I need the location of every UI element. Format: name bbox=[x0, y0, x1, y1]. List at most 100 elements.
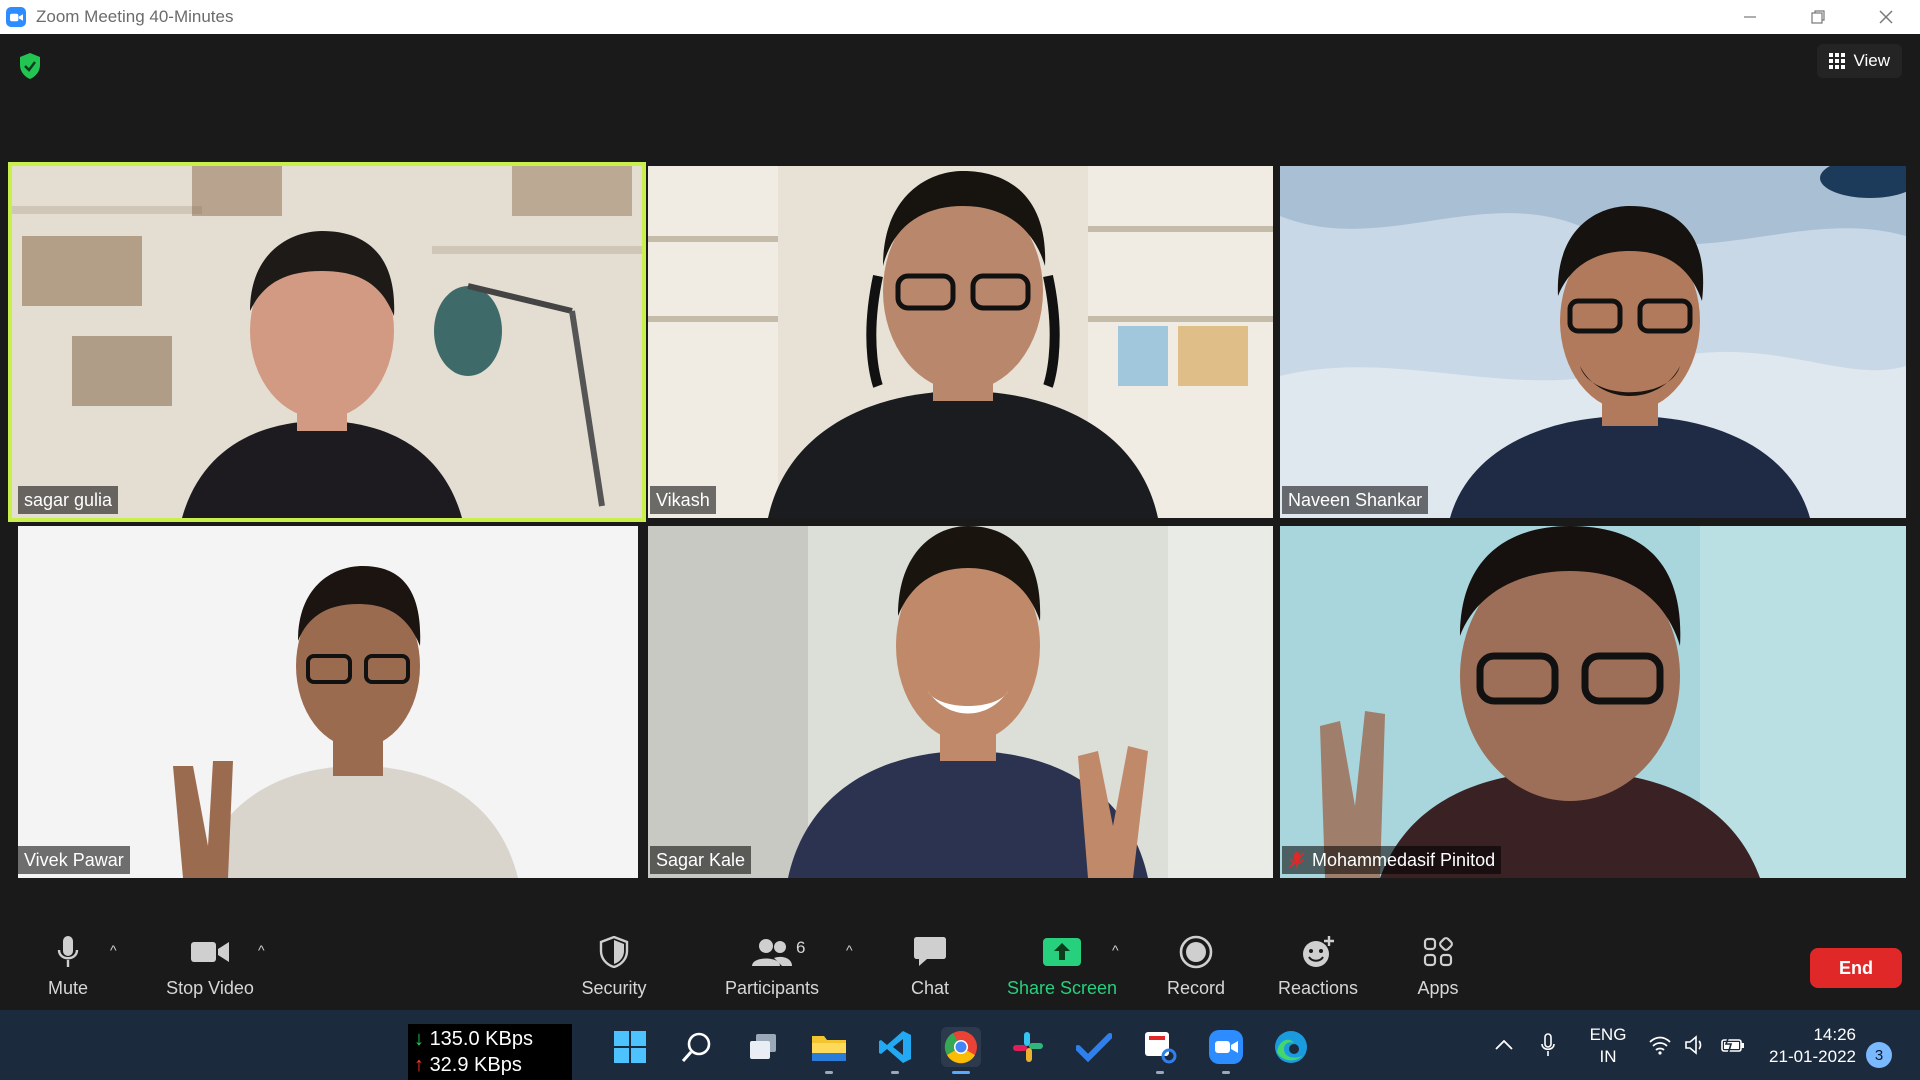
region-code: IN bbox=[1599, 1047, 1617, 1066]
chat-bubble-icon bbox=[914, 937, 946, 966]
view-button[interactable]: View bbox=[1817, 44, 1902, 78]
video-camera-icon bbox=[191, 942, 229, 962]
participant-avatar bbox=[1450, 206, 1810, 518]
taskbar-search-button[interactable] bbox=[677, 1027, 717, 1067]
network-speed-widget: ↓ 135.0 KBps ↑ 32.9 KBps bbox=[408, 1024, 572, 1080]
clock-time: 14:26 bbox=[1813, 1025, 1856, 1044]
apps-icon bbox=[1423, 937, 1453, 967]
title-bar: Zoom Meeting 40-Minutes bbox=[0, 0, 1920, 34]
audio-options-caret-icon[interactable]: ^ bbox=[110, 942, 117, 958]
participant-avatar bbox=[768, 171, 1158, 518]
file-explorer-button[interactable] bbox=[809, 1027, 849, 1074]
show-hidden-icons-button[interactable] bbox=[1494, 1010, 1514, 1080]
apps-label: Apps bbox=[1417, 978, 1459, 998]
participants-button[interactable]: Participants bbox=[722, 932, 822, 1004]
video-tile[interactable] bbox=[1280, 526, 1906, 878]
meeting-controls-bar: Mute ^ Stop Video ^ Security Participant… bbox=[0, 920, 1920, 1010]
share-options-caret-icon[interactable]: ^ bbox=[1112, 942, 1119, 958]
mute-button[interactable]: Mute bbox=[44, 932, 92, 1004]
participant-name-tag: Mohammedasif Pinitod bbox=[1282, 846, 1502, 874]
chat-label: Chat bbox=[910, 978, 950, 998]
snipping-tool-button[interactable] bbox=[1140, 1027, 1180, 1074]
video-tile[interactable] bbox=[8, 162, 646, 522]
zoom-button[interactable] bbox=[1206, 1027, 1246, 1074]
share-screen-label: Share Screen bbox=[1006, 978, 1118, 998]
encryption-shield-icon[interactable] bbox=[18, 52, 42, 80]
windows-taskbar: ↓ 135.0 KBps ↑ 32.9 KBps ENG IN 14:26 21… bbox=[0, 1010, 1920, 1080]
participant-name-tag: Vivek Pawar bbox=[18, 846, 130, 874]
participant-avatar bbox=[182, 231, 462, 518]
volume-tray-button[interactable] bbox=[1684, 1010, 1708, 1080]
clock-button[interactable]: 14:26 21-01-2022 bbox=[1764, 1024, 1856, 1068]
end-meeting-button[interactable]: End bbox=[1810, 948, 1902, 988]
wifi-icon bbox=[1649, 1036, 1671, 1055]
vscode-button[interactable] bbox=[875, 1027, 915, 1074]
todo-button[interactable] bbox=[1074, 1027, 1114, 1067]
wifi-tray-button[interactable] bbox=[1648, 1010, 1672, 1080]
video-tile[interactable] bbox=[1280, 166, 1906, 518]
video-options-caret-icon[interactable]: ^ bbox=[258, 942, 265, 958]
close-button[interactable] bbox=[1852, 0, 1920, 34]
close-icon bbox=[1879, 10, 1893, 24]
participant-name: Mohammedasif Pinitod bbox=[1312, 849, 1496, 870]
participant-name: Vivek Pawar bbox=[24, 849, 124, 870]
record-icon bbox=[1179, 935, 1213, 969]
speaker-icon bbox=[1685, 1035, 1702, 1055]
chrome-button[interactable] bbox=[941, 1027, 981, 1074]
view-label: View bbox=[1853, 51, 1890, 70]
upload-arrow-icon: ↑ bbox=[414, 1054, 424, 1076]
task-view-icon bbox=[750, 1034, 776, 1059]
window-title: Zoom Meeting 40-Minutes bbox=[36, 7, 234, 26]
stop-video-button[interactable]: Stop Video bbox=[160, 932, 260, 1004]
edge-button[interactable] bbox=[1271, 1027, 1311, 1067]
participant-name-tag: Vikash bbox=[650, 486, 716, 514]
apps-button[interactable]: Apps bbox=[1414, 932, 1462, 1004]
battery-tray-button[interactable] bbox=[1720, 1010, 1746, 1080]
restore-icon bbox=[1811, 10, 1825, 24]
microphone-icon bbox=[1541, 1033, 1555, 1056]
participants-count: 6 bbox=[796, 938, 806, 957]
reactions-button[interactable]: Reactions bbox=[1276, 932, 1360, 1004]
participants-options-caret-icon[interactable]: ^ bbox=[846, 942, 853, 958]
download-speed: 135.0 KBps bbox=[429, 1028, 533, 1050]
participant-name: Naveen Shankar bbox=[1288, 489, 1423, 510]
participant-name: Vikash bbox=[656, 489, 710, 510]
video-tile[interactable] bbox=[648, 526, 1273, 878]
chevron-up-icon bbox=[1495, 1039, 1513, 1050]
task-view-button[interactable] bbox=[743, 1027, 783, 1067]
edge-icon bbox=[1275, 1031, 1307, 1063]
windows-logo-icon bbox=[614, 1031, 646, 1063]
mic-tray-button[interactable] bbox=[1540, 1010, 1556, 1080]
minimize-icon bbox=[1744, 16, 1756, 18]
zoom-logo-icon bbox=[6, 7, 26, 27]
stop-video-label: Stop Video bbox=[166, 978, 254, 998]
clock-date: 21-01-2022 bbox=[1769, 1047, 1856, 1066]
minimize-button[interactable] bbox=[1716, 0, 1784, 34]
slack-button[interactable] bbox=[1008, 1027, 1048, 1067]
grid-icon bbox=[1829, 53, 1846, 69]
windows-start-button[interactable] bbox=[610, 1027, 650, 1067]
notification-badge[interactable]: 3 bbox=[1866, 1042, 1892, 1068]
participant-avatar bbox=[173, 566, 518, 878]
participant-avatar bbox=[788, 526, 1148, 878]
record-button[interactable]: Record bbox=[1164, 932, 1228, 1004]
participant-name-tag: sagar gulia bbox=[18, 486, 119, 514]
checkmark-icon bbox=[1076, 1033, 1112, 1062]
vscode-icon bbox=[879, 1031, 911, 1063]
microphone-icon bbox=[57, 936, 79, 967]
mute-label: Mute bbox=[47, 978, 89, 998]
restore-button[interactable] bbox=[1784, 0, 1852, 34]
input-language-button[interactable]: ENG IN bbox=[1586, 1024, 1630, 1068]
security-button[interactable]: Security bbox=[574, 932, 654, 1004]
participants-label: Participants bbox=[724, 978, 820, 998]
chat-button[interactable]: Chat bbox=[906, 932, 954, 1004]
reactions-label: Reactions bbox=[1277, 978, 1359, 998]
video-tile[interactable] bbox=[648, 166, 1273, 518]
share-screen-icon bbox=[1043, 938, 1081, 966]
security-shield-icon bbox=[599, 936, 629, 968]
participant-name: sagar gulia bbox=[24, 489, 113, 510]
share-screen-button[interactable]: Share Screen bbox=[1004, 932, 1120, 1004]
battery-charging-icon bbox=[1721, 1035, 1744, 1055]
video-tile[interactable] bbox=[18, 526, 638, 878]
participant-name-tag: Naveen Shankar bbox=[1282, 486, 1429, 514]
